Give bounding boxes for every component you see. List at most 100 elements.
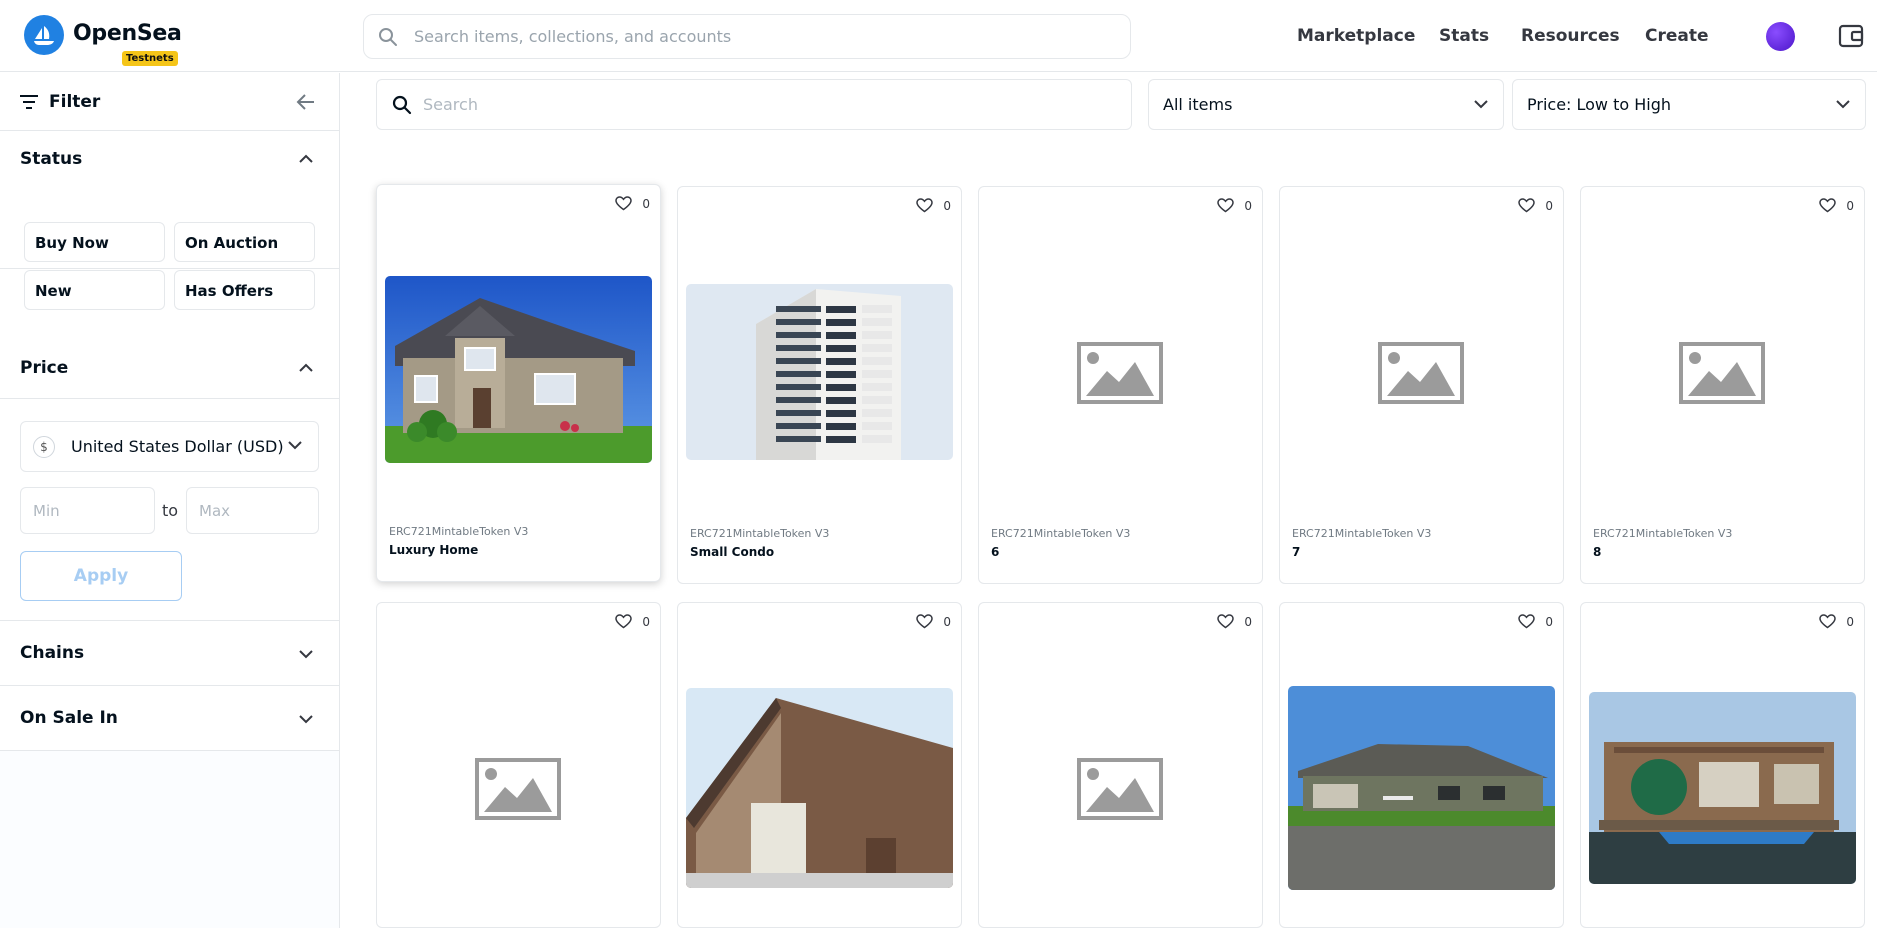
divider: [0, 685, 339, 686]
favorite-count: 0: [642, 615, 650, 629]
heart-icon[interactable]: [1217, 614, 1234, 629]
heart-icon[interactable]: [916, 198, 933, 213]
search-icon: [392, 95, 412, 115]
heart-icon[interactable]: [1518, 614, 1535, 629]
favorite-count: 0: [1846, 199, 1854, 213]
image-placeholder-icon[interactable]: [1378, 342, 1464, 408]
heart-icon[interactable]: [1217, 198, 1234, 213]
status-has-offers-button[interactable]: Has Offers: [174, 270, 315, 310]
nav-marketplace[interactable]: Marketplace: [1297, 26, 1415, 46]
global-search-bar[interactable]: [363, 14, 1131, 59]
favorite-button[interactable]: 0: [615, 196, 650, 211]
favorite-button[interactable]: 0: [615, 614, 650, 629]
card-item-name[interactable]: Luxury Home: [389, 543, 478, 557]
image-placeholder-icon[interactable]: [1077, 342, 1163, 408]
divider: [0, 620, 339, 621]
apply-button[interactable]: Apply: [20, 551, 182, 601]
favorite-count: 0: [943, 199, 951, 213]
chevron-down-icon: [1836, 100, 1850, 109]
house-photo[interactable]: [385, 276, 652, 463]
currency-select[interactable]: $ United States Dollar (USD): [20, 421, 319, 472]
asset-card[interactable]: 0 ERC721MintableToken V3 7: [1279, 186, 1564, 584]
card-item-name[interactable]: 6: [991, 545, 999, 559]
asset-card[interactable]: 0 ERC721MintableToken V3 6: [978, 186, 1263, 584]
top-header: OpenSea Testnets Marketplace Stats Resou…: [0, 0, 1877, 72]
filter-title: Filter: [49, 92, 101, 112]
heart-icon[interactable]: [1819, 198, 1836, 213]
heart-icon[interactable]: [1819, 614, 1836, 629]
houseboat-photo[interactable]: [1589, 692, 1856, 884]
status-buy-now-button[interactable]: Buy Now: [24, 222, 165, 262]
collection-search-bar[interactable]: [376, 79, 1132, 130]
chevron-down-icon[interactable]: [298, 648, 314, 660]
asset-card[interactable]: 0 ERC721MintableToken V3 Luxury Home: [376, 184, 661, 582]
asset-card[interactable]: 0: [376, 602, 661, 928]
asset-card[interactable]: 0: [1279, 602, 1564, 928]
ranch-house-photo[interactable]: [1288, 686, 1555, 890]
favorite-button[interactable]: 0: [916, 198, 951, 213]
status-new-button[interactable]: New: [24, 270, 165, 310]
collection-search-input[interactable]: [423, 80, 1113, 129]
heart-icon[interactable]: [916, 614, 933, 629]
favorite-count: 0: [943, 615, 951, 629]
sort-dropdown[interactable]: Price: Low to High: [1512, 79, 1866, 130]
asset-card[interactable]: 0 ERC721MintableToken V3 8: [1580, 186, 1865, 584]
chains-title[interactable]: Chains: [20, 643, 84, 663]
sort-label: Price: Low to High: [1527, 95, 1672, 114]
chevron-up-icon[interactable]: [298, 153, 314, 165]
asset-card[interactable]: 0: [1580, 602, 1865, 928]
heart-icon[interactable]: [615, 614, 632, 629]
favorite-count: 0: [1244, 199, 1252, 213]
asset-card[interactable]: 0: [978, 602, 1263, 928]
card-contract-name[interactable]: ERC721MintableToken V3: [991, 527, 1130, 540]
on-sale-in-title[interactable]: On Sale In: [20, 708, 118, 728]
price-title[interactable]: Price: [20, 358, 68, 378]
favorite-button[interactable]: 0: [1819, 198, 1854, 213]
favorite-button[interactable]: 0: [1518, 614, 1553, 629]
dollar-icon: $: [33, 436, 55, 458]
currency-label: United States Dollar (USD): [71, 437, 284, 456]
image-placeholder-icon[interactable]: [475, 758, 561, 824]
card-contract-name[interactable]: ERC721MintableToken V3: [1593, 527, 1732, 540]
favorite-button[interactable]: 0: [1518, 198, 1553, 213]
price-max-input[interactable]: [186, 487, 319, 534]
brand-name[interactable]: OpenSea: [73, 21, 182, 46]
card-contract-name[interactable]: ERC721MintableToken V3: [389, 525, 528, 538]
opensea-logo-icon[interactable]: [24, 15, 64, 55]
chevron-up-icon[interactable]: [298, 362, 314, 374]
image-placeholder-icon[interactable]: [1679, 342, 1765, 408]
status-on-auction-button[interactable]: On Auction: [174, 222, 315, 262]
card-contract-name[interactable]: ERC721MintableToken V3: [1292, 527, 1431, 540]
items-filter-dropdown[interactable]: All items: [1148, 79, 1504, 130]
chevron-down-icon: [1474, 100, 1488, 109]
favorite-button[interactable]: 0: [1217, 614, 1252, 629]
asset-card[interactable]: 0: [677, 602, 962, 928]
card-item-name[interactable]: 7: [1292, 545, 1300, 559]
profile-avatar[interactable]: [1766, 22, 1795, 51]
filter-icon: [20, 95, 38, 109]
chevron-down-icon[interactable]: [298, 713, 314, 725]
favorite-count: 0: [1545, 199, 1553, 213]
image-placeholder-icon[interactable]: [1077, 758, 1163, 824]
price-min-input[interactable]: [20, 487, 155, 534]
favorite-button[interactable]: 0: [1217, 198, 1252, 213]
favorite-button[interactable]: 0: [1819, 614, 1854, 629]
nav-resources[interactable]: Resources: [1521, 26, 1620, 46]
nav-create[interactable]: Create: [1645, 26, 1709, 46]
condo-photo[interactable]: [686, 284, 953, 460]
favorite-count: 0: [1244, 615, 1252, 629]
heart-icon[interactable]: [615, 196, 632, 211]
nav-stats[interactable]: Stats: [1439, 26, 1489, 46]
favorite-button[interactable]: 0: [916, 614, 951, 629]
card-contract-name[interactable]: ERC721MintableToken V3: [690, 527, 829, 540]
wallet-icon[interactable]: [1838, 23, 1864, 49]
card-item-name[interactable]: 8: [1593, 545, 1601, 559]
arrow-left-icon[interactable]: [295, 91, 317, 113]
global-search-input[interactable]: [414, 15, 1114, 58]
heart-icon[interactable]: [1518, 198, 1535, 213]
asset-card[interactable]: 0 ERC721MintableToken V3 Small Condo: [677, 186, 962, 584]
status-title[interactable]: Status: [20, 149, 82, 169]
card-item-name[interactable]: Small Condo: [690, 545, 774, 559]
favorite-count: 0: [1545, 615, 1553, 629]
barn-photo[interactable]: [686, 688, 953, 888]
